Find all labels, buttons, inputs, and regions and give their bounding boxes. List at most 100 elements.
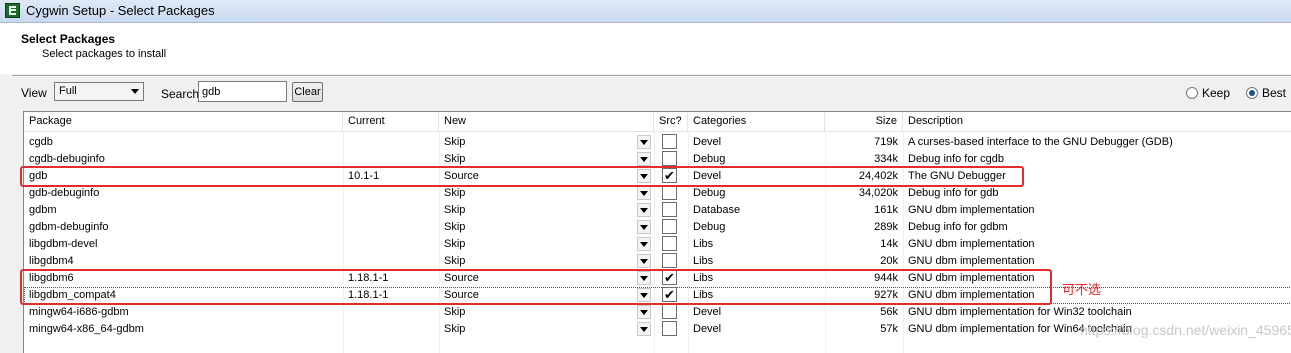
category: Debug: [693, 187, 726, 199]
package-name: cgdb: [29, 136, 53, 148]
package-name: mingw64-i686-gdbm: [29, 306, 129, 318]
keep-radio[interactable]: [1186, 87, 1198, 99]
new-action[interactable]: Skip: [444, 185, 634, 202]
search-input[interactable]: [198, 81, 287, 102]
table-row[interactable]: gdbm Skip Database 161k GNU dbm implementati…: [24, 202, 1291, 219]
src-checkbox[interactable]: [662, 236, 677, 251]
new-action[interactable]: Skip: [444, 134, 634, 151]
package-name: libgdbm4: [29, 255, 74, 267]
package-description: GNU dbm implementation for Win32 toolcha…: [908, 306, 1132, 318]
category: Devel: [693, 306, 722, 318]
current-version: [348, 236, 438, 253]
keep-label: Keep: [1202, 86, 1231, 100]
annotation-text: 可不选: [1062, 282, 1102, 297]
current-version: [348, 219, 438, 236]
package-list[interactable]: Package Current New Src? Categories Size…: [23, 111, 1291, 353]
package-name: gdb-debuginfo: [29, 187, 100, 199]
column-header-categories[interactable]: Categories: [688, 112, 825, 131]
current-version: [348, 185, 438, 202]
category: Debug: [693, 221, 726, 233]
chevron-down-icon[interactable]: [637, 220, 651, 234]
chevron-down-icon[interactable]: [637, 186, 651, 200]
table-row[interactable]: libgdbm4 Skip Libs 20k GNU dbm implementatio…: [24, 253, 1291, 270]
column-header-size[interactable]: Size: [825, 112, 903, 131]
highlight-box-gdb: [20, 166, 1024, 187]
title-bar: Cygwin Setup - Select Packages: [0, 0, 1291, 23]
column-header-new[interactable]: New: [439, 112, 654, 131]
chevron-down-icon[interactable]: [637, 152, 651, 166]
package-size: 56k: [880, 306, 898, 318]
package-size: 289k: [874, 221, 898, 233]
src-checkbox[interactable]: [662, 219, 677, 234]
package-name: mingw64-x86_64-gdbm: [29, 323, 144, 335]
src-checkbox[interactable]: [662, 253, 677, 268]
package-name: gdbm: [29, 204, 57, 216]
category: Devel: [693, 136, 722, 148]
table-row[interactable]: cgdb Skip Devel 719k A curses-based interfac…: [24, 134, 1291, 151]
list-header: Package Current New Src? Categories Size…: [24, 112, 1291, 132]
view-dropdown[interactable]: Full: [54, 82, 144, 101]
new-action[interactable]: Skip: [444, 236, 634, 253]
page-subtitle: Select packages to install: [42, 48, 167, 60]
chevron-down-icon: [131, 89, 139, 94]
current-version: [348, 304, 438, 321]
column-header-src[interactable]: Src?: [654, 112, 688, 131]
chevron-down-icon[interactable]: [637, 237, 651, 251]
new-action[interactable]: Skip: [444, 219, 634, 236]
current-version: [348, 202, 438, 219]
src-checkbox[interactable]: [662, 134, 677, 149]
current-version: [348, 134, 438, 151]
package-size: 14k: [880, 238, 898, 250]
column-header-description[interactable]: Description: [903, 112, 1291, 131]
category: Libs: [693, 255, 714, 267]
best-radio[interactable]: [1246, 87, 1258, 99]
package-description: Debug info for gdbm: [908, 221, 1008, 233]
table-row[interactable]: mingw64-i686-gdbm Skip Devel 56k GNU dbm imp…: [24, 304, 1291, 321]
chevron-down-icon[interactable]: [637, 322, 651, 336]
src-checkbox[interactable]: [662, 202, 677, 217]
src-checkbox[interactable]: [662, 321, 677, 336]
current-version: [348, 321, 438, 338]
view-dropdown-value: Full: [59, 85, 77, 97]
header-divider: [12, 75, 1291, 77]
new-action[interactable]: Skip: [444, 321, 634, 338]
package-size: 719k: [874, 136, 898, 148]
table-row[interactable]: gdbm-debuginfo Skip Debug 289k Debug info fo…: [24, 219, 1291, 236]
highlight-box-libgdbm: [20, 269, 1052, 305]
watermark: https://blog.csdn.net/weixin_45965234: [1080, 322, 1291, 338]
chevron-down-icon[interactable]: [637, 135, 651, 149]
package-name: gdbm-debuginfo: [29, 221, 109, 233]
column-header-current[interactable]: Current: [343, 112, 439, 131]
package-description: GNU dbm implementation: [908, 204, 1035, 216]
table-row[interactable]: libgdbm-devel Skip Libs 14k GNU dbm implemen…: [24, 236, 1291, 253]
chevron-down-icon[interactable]: [637, 254, 651, 268]
package-name: libgdbm-devel: [29, 238, 98, 250]
search-label: Search: [161, 87, 200, 101]
chevron-down-icon[interactable]: [637, 305, 651, 319]
package-size: 161k: [874, 204, 898, 216]
new-action[interactable]: Skip: [444, 253, 634, 270]
table-row[interactable]: gdb-debuginfo Skip Debug 34,020k Debug info …: [24, 185, 1291, 202]
chevron-down-icon[interactable]: [637, 203, 651, 217]
current-version: [348, 253, 438, 270]
column-header-package[interactable]: Package: [24, 112, 343, 131]
window-title: Cygwin Setup - Select Packages: [26, 3, 215, 18]
category: Libs: [693, 238, 714, 250]
package-size: 34,020k: [858, 187, 898, 199]
package-description: A curses-based interface to the GNU Debu…: [908, 136, 1173, 148]
package-description: GNU dbm implementation: [908, 255, 1035, 267]
category: Database: [693, 204, 741, 216]
page-title: Select Packages: [21, 32, 116, 46]
src-checkbox[interactable]: [662, 304, 677, 319]
package-description: Debug info for gdb: [908, 187, 999, 199]
src-checkbox[interactable]: [662, 151, 677, 166]
new-action[interactable]: Skip: [444, 304, 634, 321]
view-label: View: [21, 86, 47, 100]
page-header: Select Packages Select packages to insta…: [0, 23, 1291, 74]
package-size: 57k: [880, 323, 898, 335]
src-checkbox[interactable]: [662, 185, 677, 200]
best-label: Best: [1262, 86, 1287, 100]
category: Devel: [693, 323, 722, 335]
clear-button[interactable]: Clear: [292, 82, 323, 102]
new-action[interactable]: Skip: [444, 202, 634, 219]
